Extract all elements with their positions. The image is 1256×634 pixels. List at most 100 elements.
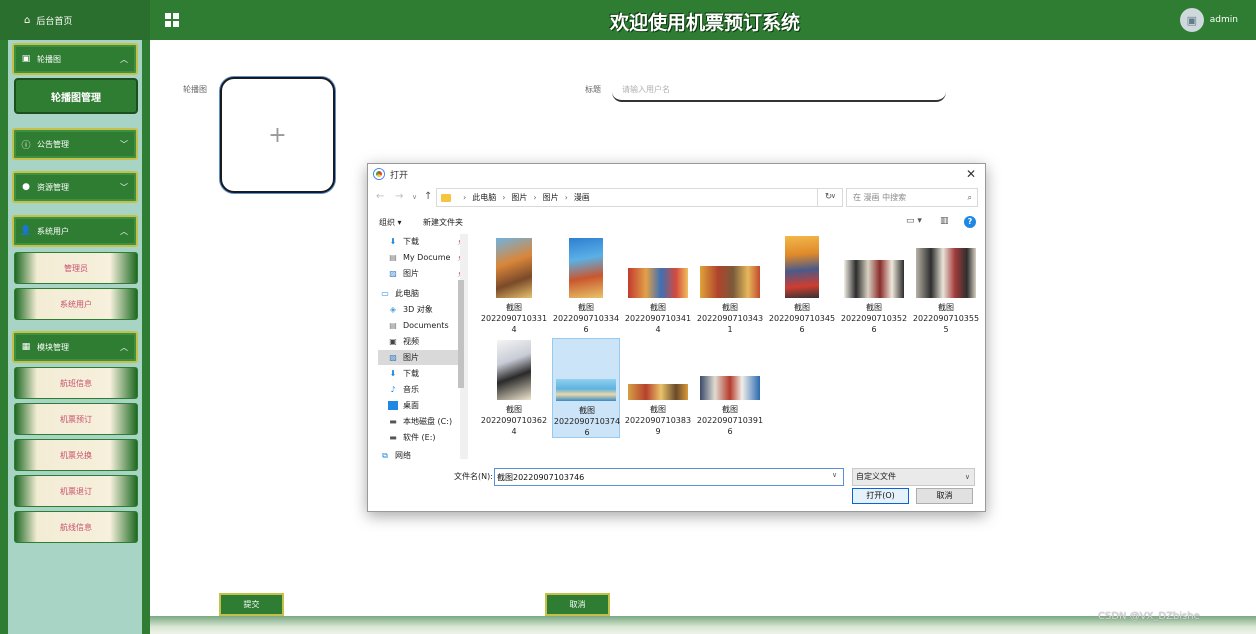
file-thumbnail bbox=[628, 384, 688, 400]
nav-item-desktop[interactable]: 桌面 bbox=[378, 398, 468, 413]
file-item[interactable]: 截图 2022090710362 4 bbox=[480, 338, 548, 438]
nav-item-videos[interactable]: ▣ 视频 bbox=[378, 334, 468, 349]
file-thumbnail bbox=[569, 238, 603, 298]
file-thumbnail bbox=[628, 268, 688, 298]
sidebar-item-ticket-refund[interactable]: 机票退订 bbox=[14, 475, 138, 507]
file-item[interactable]: 截图 2022090710331 4 bbox=[480, 236, 548, 336]
back-arrow-icon[interactable]: ← bbox=[376, 191, 384, 202]
top-header: ⌂ 后台首页 欢迎使用机票预订系统 ▣ admin bbox=[0, 0, 1256, 40]
nav-item-downloads[interactable]: ⬇ 下载 bbox=[378, 366, 468, 381]
file-thumbnail bbox=[700, 266, 760, 298]
file-item[interactable]: 截图 2022090710341 4 bbox=[624, 236, 692, 336]
dialog-search-input[interactable]: 在 漫画 中搜索 ⌕ bbox=[846, 188, 978, 207]
file-type-select[interactable]: 自定义文件 ∨ bbox=[852, 468, 975, 486]
new-folder-button[interactable]: 新建文件夹 bbox=[423, 217, 463, 228]
up-arrow-icon[interactable]: ↑ bbox=[424, 191, 432, 202]
bulb-icon: ● bbox=[22, 182, 30, 192]
folder-icon bbox=[441, 193, 451, 202]
sidebar-group-label: 资源管理 bbox=[37, 182, 69, 192]
sidebar-item-flight-info[interactable]: 航班信息 bbox=[14, 367, 138, 399]
sidebar-item-route-info[interactable]: 航线信息 bbox=[14, 511, 138, 543]
filename-input[interactable] bbox=[494, 468, 844, 486]
sidebar-item-ticket-booking[interactable]: 机票预订 bbox=[14, 403, 138, 435]
sidebar-group-resources[interactable]: ● 资源管理 ﹀ bbox=[12, 171, 138, 203]
nav-item-pictures-pinned[interactable]: ▨ 图片 📌 bbox=[378, 266, 468, 281]
breadcrumb-item[interactable]: 图片 bbox=[511, 192, 527, 203]
grid-icon: ▦ bbox=[21, 342, 31, 352]
drive-icon: ▬ bbox=[389, 417, 397, 426]
nav-item-music[interactable]: ♪ 音乐 bbox=[378, 382, 468, 397]
file-thumbnail bbox=[785, 236, 819, 298]
sidebar-group-label: 系统用户 bbox=[37, 226, 69, 236]
sidebar-group-system-users[interactable]: 👤 系统用户 ︿ bbox=[12, 215, 138, 247]
preview-pane-icon[interactable]: ▥ bbox=[940, 216, 949, 226]
sidebar-group-label: 轮播图 bbox=[37, 54, 61, 64]
nav-item-this-pc[interactable]: ▭ 此电脑 bbox=[378, 286, 468, 301]
sidebar-group-carousel[interactable]: ▣ 轮播图 ︿ bbox=[12, 43, 138, 75]
nav-item-3d-objects[interactable]: ◈ 3D 对象 bbox=[378, 302, 468, 317]
cancel-button[interactable]: 取消 bbox=[545, 593, 610, 616]
download-icon: ⬇ bbox=[389, 369, 397, 378]
submit-button[interactable]: 提交 bbox=[219, 593, 284, 616]
help-icon[interactable]: ? bbox=[964, 216, 976, 228]
footer-decoration bbox=[150, 616, 1256, 634]
sidebar-item-admins[interactable]: 管理员 bbox=[14, 252, 138, 284]
address-row: ← → ∨ ↑ › 此电脑 › 图片 › 图片 › 漫画 ∨ ↻ 在 漫画 中搜… bbox=[368, 187, 985, 209]
file-item[interactable]: 截图 2022090710345 6 bbox=[768, 236, 836, 336]
avatar: ▣ bbox=[1179, 8, 1204, 32]
title-field-label: 标题 bbox=[585, 85, 601, 94]
nav-item-drive-e[interactable]: ▬ 软件 (E:) bbox=[378, 430, 468, 445]
video-icon: ▣ bbox=[389, 337, 397, 346]
sidebar-item-carousel-management[interactable]: 轮播图管理 bbox=[14, 78, 138, 114]
cube-icon: ◈ bbox=[389, 305, 397, 314]
sidebar-group-label: 模块管理 bbox=[37, 342, 69, 352]
pictures-icon: ▨ bbox=[389, 269, 397, 278]
sidebar-group-announcements[interactable]: ⓘ 公告管理 ﹀ bbox=[12, 128, 138, 160]
close-icon[interactable]: ✕ bbox=[963, 166, 979, 182]
pictures-icon: ▨ bbox=[389, 353, 397, 362]
file-item[interactable]: 截图 2022090710343 1 bbox=[696, 236, 764, 336]
file-list: 截图 2022090710331 4 截图 2022090710334 6 截图 2022… bbox=[480, 236, 980, 458]
file-item[interactable]: 截图 2022090710383 9 bbox=[624, 338, 692, 438]
navigation-pane: ⬇ 下载 📌 ▤ My Docume 📌 ▨ 图片 📌 ▭ 此电脑 ◈ 3D 对… bbox=[378, 234, 468, 460]
image-upload-box[interactable]: + bbox=[220, 77, 335, 193]
file-thumbnail bbox=[916, 248, 976, 298]
file-item[interactable]: 截图 2022090710334 6 bbox=[552, 236, 620, 336]
chevron-down-icon: ﹀ bbox=[120, 140, 128, 149]
nav-item-my-documents[interactable]: ▤ My Docume 📌 bbox=[378, 250, 468, 265]
username: admin bbox=[1209, 15, 1238, 25]
dialog-toolbar: 组织 ▾ 新建文件夹 ▭ ▾ ▥ ? bbox=[368, 214, 985, 232]
sidebar-item-ticket-exchange[interactable]: 机票兑换 bbox=[14, 439, 138, 471]
chevron-down-icon[interactable]: ∨ bbox=[832, 471, 837, 479]
file-item[interactable]: 截图 2022090710391 6 bbox=[696, 338, 764, 438]
refresh-icon[interactable]: ↻ bbox=[817, 188, 839, 207]
banner-field-label: 轮播图 bbox=[183, 85, 207, 94]
breadcrumb-item[interactable]: 图片 bbox=[543, 192, 559, 203]
nav-scrollbar[interactable] bbox=[458, 234, 468, 459]
network-icon: ⧉ bbox=[382, 451, 388, 460]
nav-item-network[interactable]: ⧉ 网络 bbox=[378, 448, 468, 463]
scrollbar-thumb[interactable] bbox=[458, 280, 464, 388]
chevron-up-icon: ︿ bbox=[120, 55, 128, 64]
forward-arrow-icon[interactable]: → bbox=[395, 191, 403, 202]
nav-item-documents[interactable]: ▤ Documents bbox=[378, 318, 468, 333]
breadcrumb-item[interactable]: 漫画 bbox=[574, 192, 590, 203]
file-item[interactable]: 截图 2022090710355 5 bbox=[912, 236, 980, 336]
breadcrumb-item[interactable]: 此电脑 bbox=[472, 192, 496, 203]
address-bar[interactable]: › 此电脑 › 图片 › 图片 › 漫画 ∨ bbox=[436, 188, 843, 207]
dialog-cancel-button[interactable]: 取消 bbox=[916, 488, 973, 504]
file-item[interactable]: 截图 2022090710352 6 bbox=[840, 236, 908, 336]
nav-item-downloads-pinned[interactable]: ⬇ 下载 📌 bbox=[378, 234, 468, 249]
sidebar-item-system-users[interactable]: 系统用户 bbox=[14, 288, 138, 320]
organize-button[interactable]: 组织 ▾ bbox=[379, 217, 402, 228]
open-button[interactable]: 打开(O) bbox=[852, 488, 909, 504]
recent-dropdown-icon[interactable]: ∨ bbox=[412, 193, 417, 201]
sidebar-group-modules[interactable]: ▦ 模块管理 ︿ bbox=[12, 331, 138, 363]
title-input[interactable] bbox=[612, 78, 946, 102]
view-options-icon[interactable]: ▭ ▾ bbox=[906, 216, 922, 226]
nav-item-pictures[interactable]: ▨ 图片 bbox=[378, 350, 468, 365]
nav-item-drive-c[interactable]: ▬ 本地磁盘 (C:) bbox=[378, 414, 468, 429]
file-item-selected[interactable]: 截图 2022090710374 6 bbox=[552, 338, 620, 438]
chrome-icon bbox=[374, 169, 384, 179]
user-menu[interactable]: ▣ admin bbox=[1179, 8, 1238, 32]
